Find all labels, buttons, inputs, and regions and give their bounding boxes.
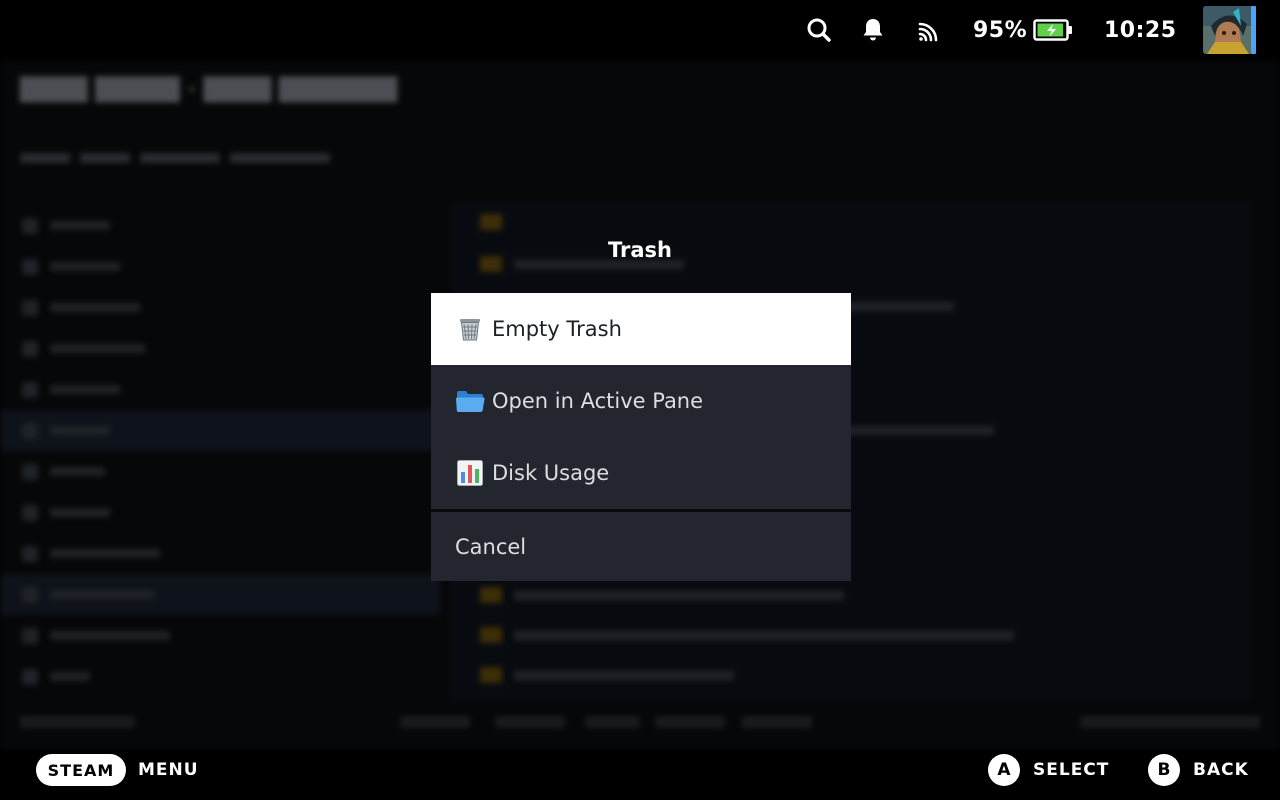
avatar-accent-bar (1251, 6, 1256, 54)
open-in-active-pane-item[interactable]: Open in Active Pane (431, 365, 851, 437)
background-sidebar-blurred (0, 205, 440, 697)
open-folder-icon (455, 386, 485, 416)
battery-percent: 95% (973, 17, 1028, 43)
cancel-label: Cancel (455, 534, 527, 559)
avatar[interactable] (1203, 6, 1253, 54)
open-in-active-pane-label: Open in Active Pane (492, 389, 704, 413)
disk-usage-item[interactable]: Disk Usage (431, 437, 851, 509)
status-bar: 95% 10:25 (0, 0, 1280, 60)
wastebasket-icon (455, 314, 485, 344)
a-button-glyph[interactable]: A (988, 754, 1020, 786)
cancel-item[interactable]: Cancel (431, 512, 851, 581)
select-hint-label: SELECT (1033, 760, 1110, 780)
clock: 10:25 (1104, 17, 1177, 43)
steam-button[interactable]: STEAM (36, 754, 126, 786)
bell-icon[interactable] (861, 14, 885, 46)
dialog-title: Trash (608, 238, 672, 262)
search-icon[interactable] (806, 14, 832, 46)
battery-icon (1033, 14, 1073, 46)
context-menu: Empty Trash Open in Active Pane Disk Usa… (431, 293, 851, 581)
bar-chart-icon (455, 458, 485, 488)
cast-icon (917, 14, 943, 46)
background-title-blurred: ████ █████ · ████ ███████ (20, 78, 398, 103)
back-hint-label: BACK (1193, 760, 1249, 780)
background-footer-blurred (20, 712, 1260, 732)
menu-hint-label: MENU (138, 760, 199, 780)
b-button-glyph[interactable]: B (1148, 754, 1180, 786)
footer-bar: STEAM MENU A SELECT B BACK (0, 750, 1280, 800)
disk-usage-label: Disk Usage (492, 461, 610, 485)
background-breadcrumb-blurred (20, 146, 440, 170)
empty-trash-item[interactable]: Empty Trash (431, 293, 851, 365)
empty-trash-label: Empty Trash (492, 317, 622, 341)
